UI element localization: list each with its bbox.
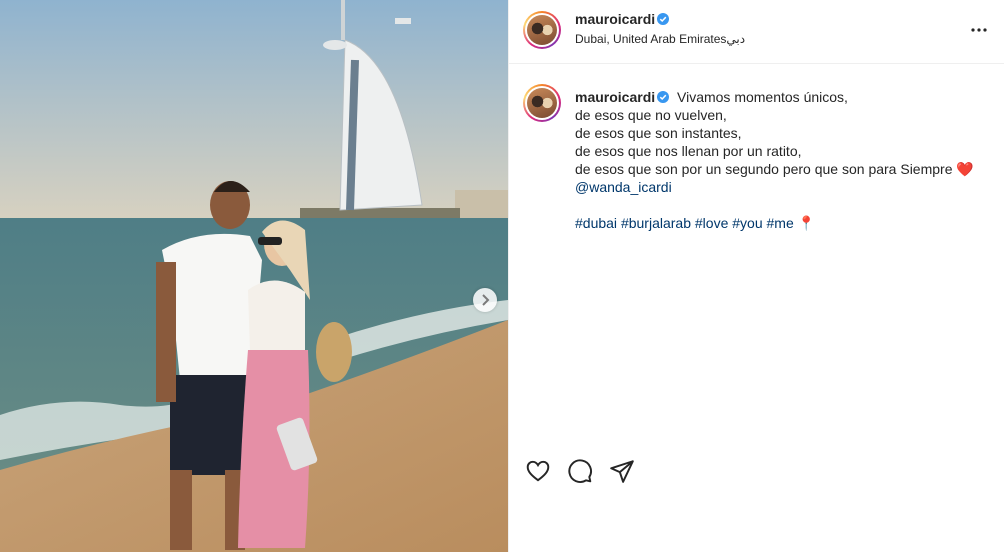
caption-text: Vivamos momentos únicos, de esos que no … bbox=[575, 88, 995, 232]
caption-line: de esos que no vuelven, bbox=[575, 107, 727, 123]
beach-photo bbox=[0, 0, 508, 552]
next-photo-button[interactable] bbox=[473, 288, 497, 312]
more-options-button[interactable] bbox=[969, 18, 989, 42]
post-photo bbox=[0, 0, 508, 552]
action-bar bbox=[525, 458, 635, 484]
mention-link[interactable]: @wanda_icardi bbox=[575, 179, 672, 195]
caption-line: de esos que nos llenan por un ratito, bbox=[575, 143, 802, 159]
caption-avatar[interactable] bbox=[523, 84, 561, 122]
post-details-panel: mauroicardi Dubai, United Arab Emiratesد… bbox=[508, 0, 1004, 552]
author-username[interactable]: mauroicardi bbox=[575, 11, 655, 27]
post-location[interactable]: Dubai, United Arab Emiratesدبي bbox=[575, 32, 745, 46]
hashtag-link[interactable]: #me bbox=[767, 215, 794, 231]
pin-icon: 📍 bbox=[797, 215, 816, 231]
hashtag-link[interactable]: #love bbox=[695, 215, 728, 231]
heart-icon[interactable] bbox=[525, 458, 551, 484]
chevron-right-icon bbox=[482, 294, 490, 306]
post-header: mauroicardi Dubai, United Arab Emiratesد… bbox=[509, 0, 1004, 64]
caption-line: de esos que son instantes, bbox=[575, 125, 742, 141]
caption-line: Vivamos momentos únicos, bbox=[677, 89, 848, 105]
share-icon[interactable] bbox=[609, 458, 635, 484]
caption-line: de esos que son por un segundo pero que … bbox=[575, 161, 974, 177]
hashtags: #dubai #burjalarab #love #you #me 📍 bbox=[575, 214, 995, 232]
hashtag-link[interactable]: #burjalarab bbox=[621, 215, 691, 231]
verified-badge-icon bbox=[657, 13, 669, 25]
comment-icon[interactable] bbox=[567, 458, 593, 484]
more-options-icon bbox=[971, 28, 987, 32]
hashtag-link[interactable]: #dubai bbox=[575, 215, 617, 231]
hashtag-link[interactable]: #you bbox=[732, 215, 762, 231]
avatar[interactable] bbox=[523, 11, 561, 49]
